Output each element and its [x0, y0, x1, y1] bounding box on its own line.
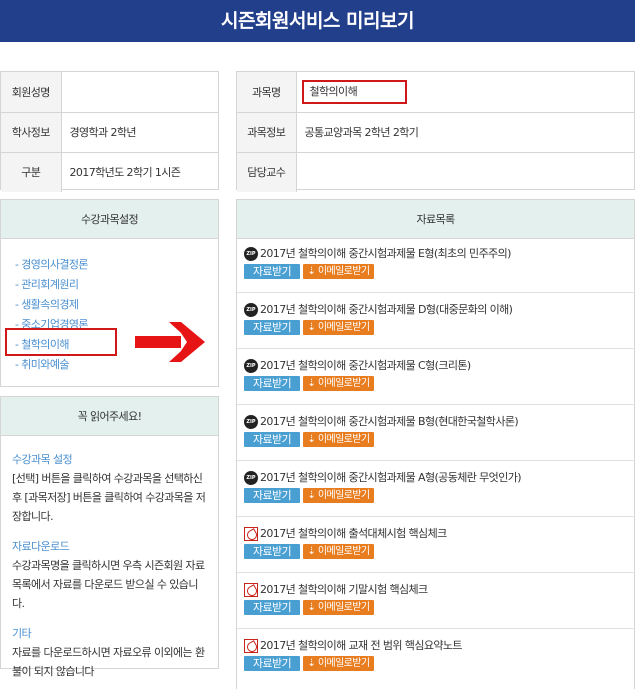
- professor-label: 담당교수: [237, 152, 297, 192]
- subject-detail-value: 공통교양과목 2학년 2학기: [296, 112, 634, 153]
- zip-file-icon: ZIP: [244, 247, 258, 261]
- category-label: 구분: [1, 152, 62, 192]
- divider: [237, 348, 635, 349]
- material-title[interactable]: 2017년 철학의이해 중간시험과제물 E형(최초의 민주주의): [260, 246, 511, 262]
- notice-body: 수강과목 설정 [선택] 버튼을 클릭하여 수강과목을 선택하신 후 [과목저장…: [1, 436, 218, 681]
- list-item: ZIP 2017년 철학의이해 중간시험과제물 B형(현대한국철학사론) 자료받기…: [244, 414, 624, 447]
- email-download-button[interactable]: ⇣ 이메일로받기: [303, 488, 374, 503]
- email-download-button[interactable]: ⇣ 이메일로받기: [303, 600, 374, 615]
- divider: [237, 404, 635, 405]
- notice-section-title: 자료다운로드: [12, 540, 70, 553]
- material-title[interactable]: 2017년 철학의이해 중간시험과제물 C형(크리톤): [260, 358, 471, 374]
- subject-detail-label: 과목정보: [237, 112, 297, 153]
- pdf-file-icon: [244, 639, 258, 653]
- material-title[interactable]: 2017년 철학의이해 출석대체시험 핵심체크: [260, 526, 447, 542]
- materials-panel: 자료목록 ZIP 2017년 철학의이해 중간시험과제물 E형(최초의 민주주의)…: [236, 199, 635, 689]
- download-button[interactable]: 자료받기: [244, 432, 300, 447]
- course-item-management-accounting[interactable]: - 관리회계원리: [15, 275, 218, 295]
- page-title: 시즌회원서비스 미리보기: [221, 10, 414, 32]
- member-info-table: 회원성명 학사정보 경영학과 2학년 구분 2017학년도 2학기 1시즌: [1, 72, 218, 192]
- divider: [237, 572, 635, 573]
- table-row: 회원성명: [1, 72, 218, 113]
- divider: [237, 628, 635, 629]
- zip-file-icon: ZIP: [244, 303, 258, 317]
- course-item-business-decision[interactable]: - 경영의사결정론: [15, 255, 218, 275]
- course-settings-title: 수강과목설정: [1, 200, 218, 239]
- notice-panel: 꼭 읽어주세요! 수강과목 설정 [선택] 버튼을 클릭하여 수강과목을 선택하…: [0, 396, 219, 678]
- download-button[interactable]: 자료받기: [244, 320, 300, 335]
- divider: [237, 292, 635, 293]
- subject-name-cell: 철학의이해: [296, 72, 634, 113]
- download-button[interactable]: 자료받기: [244, 488, 300, 503]
- material-title[interactable]: 2017년 철학의이해 교재 전 범위 핵심요약노트: [260, 638, 463, 654]
- notice-title: 꼭 읽어주세요!: [1, 397, 218, 436]
- notice-section-text: 수강과목명을 클릭하시면 우측 시즌회원 자료 목록에서 자료를 다운로드 받으…: [12, 559, 205, 610]
- professor-value: [296, 152, 634, 192]
- table-row: 과목정보 공통교양과목 2학년 2학기: [237, 112, 634, 153]
- notice-section-text: 자료를 다운로드하시면 자료오류 이외에는 환불이 되지 않습니다: [12, 646, 205, 678]
- email-download-button[interactable]: ⇣ 이메일로받기: [303, 376, 374, 391]
- list-item: 2017년 철학의이해 출석대체시험 핵심체크 자료받기 ⇣ 이메일로받기: [244, 526, 624, 559]
- divider: [237, 460, 635, 461]
- subject-info-table: 과목명 철학의이해 과목정보 공통교양과목 2학년 2학기 담당교수: [237, 72, 634, 192]
- notice-section-text: [선택] 버튼을 클릭하여 수강과목을 선택하신 후 [과목저장] 버튼을 클릭…: [12, 472, 206, 523]
- category-value: 2017학년도 2학기 1시즌: [69, 166, 181, 180]
- email-download-button[interactable]: ⇣ 이메일로받기: [303, 264, 374, 279]
- download-button[interactable]: 자료받기: [244, 544, 300, 559]
- download-button[interactable]: 자료받기: [244, 656, 300, 671]
- zip-file-icon: ZIP: [244, 359, 258, 373]
- material-title[interactable]: 2017년 철학의이해 중간시험과제물 A형(공동체란 무엇인가): [260, 470, 522, 486]
- member-info-panel: 회원성명 학사정보 경영학과 2학년 구분 2017학년도 2학기 1시즌: [0, 71, 219, 192]
- pdf-file-icon: [244, 527, 258, 541]
- table-row: 과목명 철학의이해: [237, 72, 634, 113]
- table-row: 학사정보 경영학과 2학년: [1, 112, 218, 153]
- notice-section-title: 기타: [12, 627, 32, 640]
- material-title[interactable]: 2017년 철학의이해 중간시험과제물 B형(현대한국철학사론): [260, 414, 519, 430]
- course-item-everyday-economics[interactable]: - 생활속의경제: [15, 295, 218, 315]
- notice-section-title: 수강과목 설정: [12, 453, 73, 466]
- subject-name-value: 철학의이해: [301, 79, 408, 104]
- material-title[interactable]: 2017년 철학의이해 기말시험 핵심체크: [260, 582, 428, 598]
- table-row: 담당교수: [237, 152, 634, 192]
- zip-file-icon: ZIP: [244, 415, 258, 429]
- download-button[interactable]: 자료받기: [244, 376, 300, 391]
- email-download-button[interactable]: ⇣ 이메일로받기: [303, 656, 374, 671]
- email-download-button[interactable]: ⇣ 이메일로받기: [303, 544, 374, 559]
- member-name-label: 회원성명: [1, 72, 62, 113]
- subject-name-label: 과목명: [237, 72, 297, 113]
- list-item: ZIP 2017년 철학의이해 중간시험과제물 D형(대중문화의 이해) 자료받기…: [244, 302, 624, 335]
- download-button[interactable]: 자료받기: [244, 264, 300, 279]
- subject-info-panel: 과목명 철학의이해 과목정보 공통교양과목 2학년 2학기 담당교수: [236, 71, 635, 192]
- page-header: 시즌회원서비스 미리보기: [0, 0, 635, 42]
- download-button[interactable]: 자료받기: [244, 600, 300, 615]
- list-item: 2017년 철학의이해 교재 전 범위 핵심요약노트 자료받기 ⇣ 이메일로받기: [244, 638, 624, 671]
- table-row: 구분 2017학년도 2학기 1시즌: [1, 152, 218, 192]
- arrow-right-icon: [135, 322, 205, 362]
- list-item: 2017년 철학의이해 기말시험 핵심체크 자료받기 ⇣ 이메일로받기: [244, 582, 624, 615]
- material-title[interactable]: 2017년 철학의이해 중간시험과제물 D형(대중문화의 이해): [260, 302, 513, 318]
- list-item: ZIP 2017년 철학의이해 중간시험과제물 C형(크리톤) 자료받기 ⇣ 이메일…: [244, 358, 624, 391]
- pdf-file-icon: [244, 583, 258, 597]
- academic-info-label: 학사정보: [1, 112, 62, 153]
- list-item: ZIP 2017년 철학의이해 중간시험과제물 A형(공동체란 무엇인가) 자료받…: [244, 470, 624, 503]
- email-download-button[interactable]: ⇣ 이메일로받기: [303, 432, 374, 447]
- list-item: ZIP 2017년 철학의이해 중간시험과제물 E형(최초의 민주주의) 자료받기…: [244, 246, 624, 279]
- selected-course-highlight: [5, 328, 117, 356]
- email-download-button[interactable]: ⇣ 이메일로받기: [303, 320, 374, 335]
- materials-title: 자료목록: [237, 200, 634, 239]
- divider: [237, 516, 635, 517]
- zip-file-icon: ZIP: [244, 471, 258, 485]
- academic-info-value: 경영학과 2학년: [61, 112, 218, 153]
- member-name-value: [61, 72, 218, 113]
